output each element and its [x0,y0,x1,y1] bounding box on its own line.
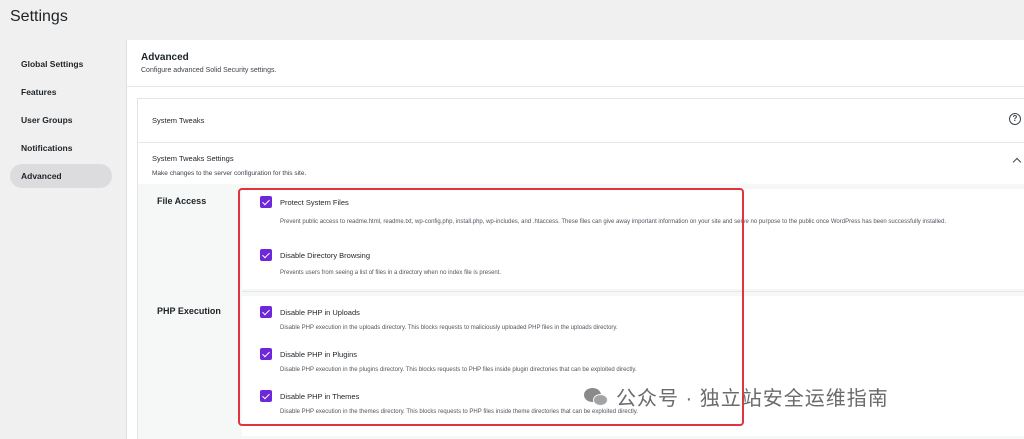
option-label: Disable PHP in Uploads [280,308,360,317]
question-circle-icon[interactable]: ? [1009,113,1021,125]
system-tweaks-settings-header[interactable]: System Tweaks Settings Make changes to t… [138,143,1024,183]
sidebar: Global Settings Features User Groups Not… [10,52,112,192]
panel-title: Advanced [141,52,189,63]
sidebar-item-global-settings[interactable]: Global Settings [10,52,112,76]
settings-subtitle: Make changes to the server configuration… [152,170,307,177]
php-execution-group: Disable PHP in Uploads Disable PHP execu… [242,296,1024,436]
option-label: Disable PHP in Plugins [280,350,357,359]
php-execution-label: PHP Execution [157,306,221,316]
settings-title: System Tweaks Settings [152,154,234,163]
sidebar-item-user-groups[interactable]: User Groups [10,108,112,132]
protect-system-files-checkbox[interactable] [260,196,272,208]
option-label: Disable Directory Browsing [280,251,371,260]
sidebar-item-notifications[interactable]: Notifications [10,136,112,160]
file-access-label: File Access [157,196,207,206]
option-description: Prevents users from seeing a list of fil… [280,270,502,276]
sidebar-item-advanced[interactable]: Advanced [10,164,112,188]
panel-subtitle: Configure advanced Solid Security settin… [141,67,277,74]
option-description: Disable PHP execution in the plugins dir… [280,367,637,373]
option-label: Protect System Files [280,198,349,207]
page-title: Settings [10,8,68,25]
disable-php-themes-checkbox[interactable] [260,390,272,402]
watermark-text: 公众号 · 独立站安全运维指南 [616,388,889,410]
wechat-icon [584,386,610,408]
system-tweaks-label: System Tweaks [152,116,205,125]
group-divider [242,291,1024,292]
sidebar-item-features[interactable]: Features [10,80,112,104]
disable-php-uploads-checkbox[interactable] [260,306,272,318]
advanced-panel: Advanced Configure advanced Solid Securi… [126,40,1024,439]
file-access-group: Protect System Files Prevent public acce… [242,189,1024,289]
panel-header: Advanced Configure advanced Solid Securi… [127,40,1024,87]
option-label: Disable PHP in Themes [280,392,360,401]
disable-php-plugins-checkbox[interactable] [260,348,272,360]
watermark: 公众号 · 独立站安全运维指南 [584,382,889,411]
option-description: Prevent public access to readme.html, re… [280,219,947,225]
chevron-up-icon[interactable] [1012,157,1022,167]
system-tweaks-card: System Tweaks ? System Tweaks Settings M… [137,98,1024,439]
disable-directory-browsing-checkbox[interactable] [260,249,272,261]
system-tweaks-row[interactable]: System Tweaks ? [138,99,1024,143]
option-description: Disable PHP execution in the uploads dir… [280,325,618,331]
settings-body: File Access Protect System Files Prevent… [138,184,1024,439]
